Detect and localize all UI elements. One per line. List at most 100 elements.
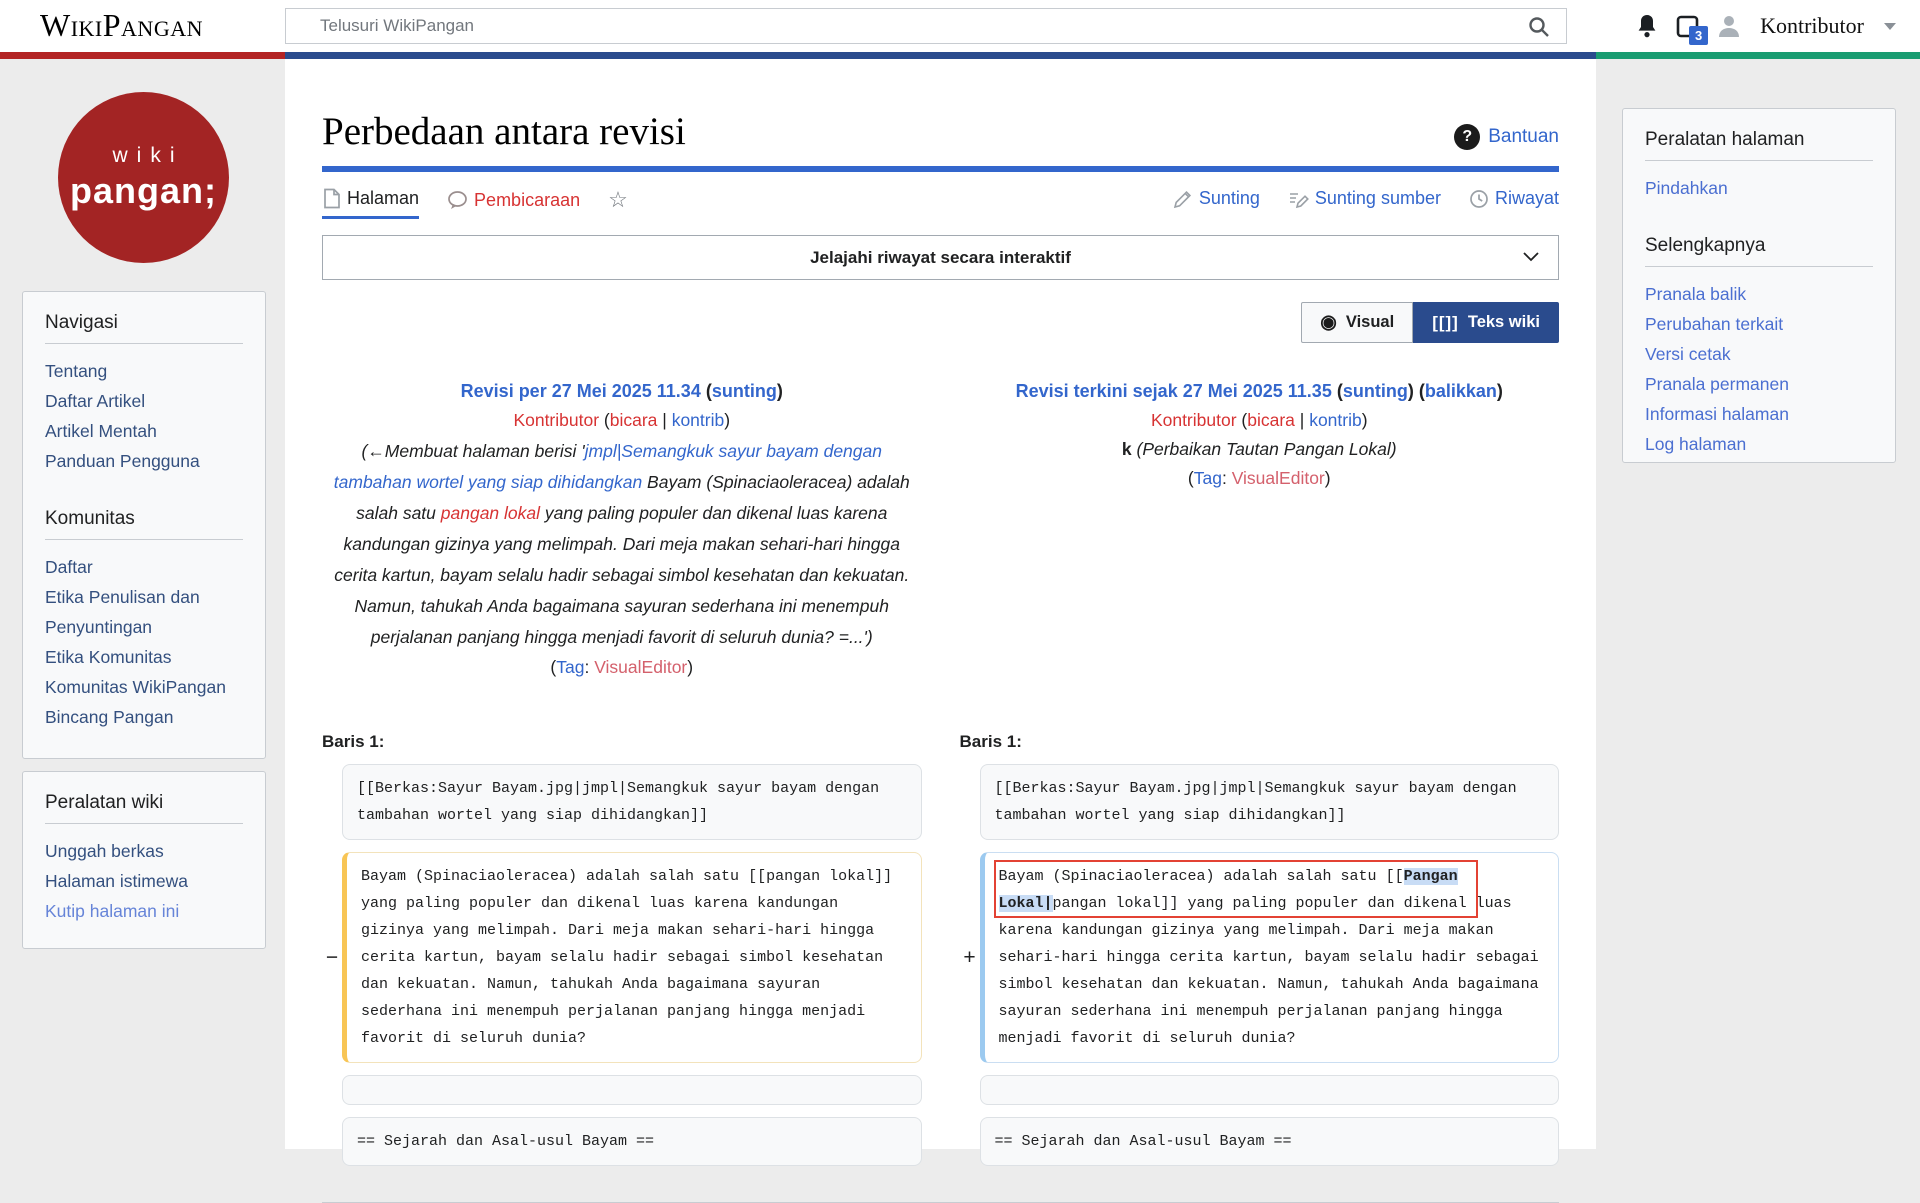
sidebar-heading-peralatan-wiki: Peralatan wiki (45, 792, 243, 824)
diff-context-row: [[Berkas:Sayur Bayam.jpg|jmpl|Semangkuk … (960, 764, 1560, 840)
tab-riwayat[interactable]: Riwayat (1469, 188, 1559, 216)
watch-star-button[interactable]: ☆ (608, 189, 628, 218)
user-avatar-icon[interactable] (1716, 13, 1742, 39)
user-contribs-link[interactable]: kontrib (672, 410, 725, 430)
comment-redlink[interactable]: pangan lokal (441, 503, 540, 523)
added-text-line-6: sayuran sederhana ini menempuh perjalana… (999, 998, 1545, 1025)
sidebar-item-informasi-halaman[interactable]: Informasi halaman (1645, 399, 1873, 429)
minor-edit-flag: k (1122, 439, 1132, 459)
tab-halaman[interactable]: Halaman (322, 188, 419, 219)
sidebar-item-pranala-balik[interactable]: Pranala balik (1645, 279, 1873, 309)
old-revision-tag-line: (Tag: VisualEditor) (322, 653, 922, 682)
site-wordmark[interactable]: WikiPangan (40, 7, 203, 44)
diff-heading-row: == Sejarah dan Asal-usul Bayam == (960, 1117, 1560, 1166)
sidebar-item-artikel-mentah[interactable]: Artikel Mentah (45, 416, 243, 446)
user-talk-link[interactable]: bicara (610, 410, 658, 430)
sidebar-item-daftar[interactable]: Daftar (45, 552, 243, 582)
sidebar-item-kutip-halaman[interactable]: Kutip halaman ini (45, 896, 243, 926)
sidebar-item-pranala-permanen[interactable]: Pranala permanen (1645, 369, 1873, 399)
added-text-line-5: simbol kesehatan dan kekuatan. Namun, ta… (999, 971, 1545, 998)
sidebar-item-versi-cetak[interactable]: Versi cetak (1645, 339, 1873, 369)
sidebar-item-komunitas-wikipangan[interactable]: Komunitas WikiPangan (45, 672, 243, 702)
top-header: WikiPangan 3 Kontributor (0, 0, 1920, 52)
empty-line (342, 1075, 922, 1105)
chevron-down-icon[interactable] (1884, 23, 1896, 30)
help-link[interactable]: ? Bantuan (1454, 124, 1559, 154)
tab-pembicaraan[interactable]: Pembicaraan (447, 190, 580, 218)
added-text-line-4: sehari-hari hingga cerita kartun, bayam … (999, 944, 1545, 971)
diff-added-row: + Bayam (Spinaciaoleracea) adalah salah … (960, 852, 1560, 1063)
diff-removed-row: − Bayam (Spinaciaoleracea) adalah salah … (322, 852, 922, 1063)
current-revision-comment: k (Perbaikan Tautan Pangan Lokal) (960, 435, 1560, 464)
empty-line (980, 1075, 1560, 1105)
tag-link[interactable]: Tag (556, 657, 584, 677)
sidebar-page-tools: Peralatan halaman Pindahkan Selengkapnya… (1622, 108, 1896, 463)
search-input[interactable] (286, 9, 1566, 43)
sidebar-heading-peralatan-halaman: Peralatan halaman (1645, 129, 1873, 161)
revert-link[interactable]: balikkan (1425, 381, 1497, 401)
added-text-line-7: menjadi favorit di seluruh dunia? (999, 1025, 1545, 1052)
sidebar-item-unggah-berkas[interactable]: Unggah berkas (45, 836, 243, 866)
sidebar-item-etika-komunitas[interactable]: Etika Komunitas (45, 642, 243, 672)
sidebar-item-pindahkan[interactable]: Pindahkan (1645, 173, 1873, 203)
sidebar-item-tentang[interactable]: Tentang (45, 356, 243, 386)
diff-view-toggle: ◉ Visual [[]] Teks wiki (322, 302, 1559, 343)
current-revision-link[interactable]: Revisi terkini sejak 27 Mei 2025 11.35 (1016, 381, 1332, 401)
user-link[interactable]: Kontributor (513, 410, 599, 430)
context-line: [[Berkas:Sayur Bayam.jpg|jmpl|Semangkuk … (342, 764, 922, 840)
user-link[interactable]: Kontributor (1151, 410, 1237, 430)
sidebar-item-daftar-artikel[interactable]: Daftar Artikel (45, 386, 243, 416)
interactive-history-toggle[interactable]: Jelajahi riwayat secara interaktif (322, 235, 1559, 280)
user-talk-link[interactable]: bicara (1247, 410, 1295, 430)
sidebar-item-halaman-istimewa[interactable]: Halaman istimewa (45, 866, 243, 896)
diff-column-new: Baris 1: [[Berkas:Sayur Bayam.jpg|jmpl|S… (960, 732, 1560, 1178)
tab-sunting-sumber[interactable]: Sunting sumber (1288, 188, 1441, 216)
bell-icon[interactable] (1635, 13, 1659, 39)
help-label: Bantuan (1488, 126, 1559, 148)
site-logo[interactable]: wiki pangan; (58, 92, 229, 263)
removed-line: Bayam (Spinaciaoleracea) adalah salah sa… (342, 852, 922, 1063)
added-text-line-3: karena kandungan gizinya yang melimpah. … (999, 917, 1545, 944)
page-title: Perbedaan antara revisi (322, 109, 686, 154)
source-edit-icon (1288, 189, 1309, 209)
tag-link[interactable]: Tag (1194, 468, 1222, 488)
heading-line: == Sejarah dan Asal-usul Bayam == (980, 1117, 1560, 1166)
sidebar-item-log-halaman[interactable]: Log halaman (1645, 429, 1873, 459)
visualeditor-tag-link[interactable]: VisualEditor (1232, 468, 1325, 488)
talk-bubble-icon (447, 190, 468, 210)
old-revision-link[interactable]: Revisi per 27 Mei 2025 11.34 (461, 381, 701, 401)
question-mark-icon: ? (1454, 124, 1480, 150)
sidebar-item-bincang-pangan[interactable]: Bincang Pangan (45, 702, 243, 732)
notification-badge: 3 (1689, 26, 1708, 45)
diff-heading-row: == Sejarah dan Asal-usul Bayam == (322, 1117, 922, 1166)
added-text-line-1: Bayam (Spinaciaoleracea) adalah salah sa… (999, 863, 1545, 890)
old-revision-comment: (←Membuat halaman berisi 'jmpl|Semangkuk… (322, 436, 922, 653)
visual-toggle-button[interactable]: ◉ Visual (1301, 302, 1413, 343)
user-contribs-link[interactable]: kontrib (1309, 410, 1362, 430)
search-icon[interactable] (1528, 16, 1550, 38)
inserted-text: Pangan (1404, 868, 1458, 885)
sidebar-navigation: Navigasi Tentang Daftar Artikel Artikel … (22, 291, 266, 759)
brackets-icon: [[]] (1432, 313, 1459, 333)
tab-sunting[interactable]: Sunting (1173, 188, 1260, 216)
old-revision-edit-link[interactable]: sunting (712, 381, 777, 401)
sidebar-item-etika-penulisan[interactable]: Etika Penulisan dan Penyuntingan (45, 582, 243, 642)
accent-red (0, 52, 285, 59)
sidebar-item-panduan-pengguna[interactable]: Panduan Pengguna (45, 446, 243, 476)
sidebar-item-perubahan-terkait[interactable]: Perubahan terkait (1645, 309, 1873, 339)
logo-text-top: wiki (113, 144, 184, 168)
diff-context-row: [[Berkas:Sayur Bayam.jpg|jmpl|Semangkuk … (322, 764, 922, 840)
diff-table: Baris 1: [[Berkas:Sayur Bayam.jpg|jmpl|S… (322, 732, 1559, 1203)
revision-right: Revisi terkini sejak 27 Mei 2025 11.35 (… (960, 377, 1560, 682)
pencil-icon (1173, 189, 1193, 209)
wikitext-toggle-button[interactable]: [[]] Teks wiki (1413, 302, 1559, 343)
search-box[interactable] (285, 8, 1567, 44)
eye-icon: ◉ (1320, 313, 1337, 332)
added-text-line-2: Lokal|pangan lokal]] yang paling populer… (999, 890, 1545, 917)
visualeditor-tag-link[interactable]: VisualEditor (594, 657, 687, 677)
page-tabs: Halaman Pembicaraan ☆ Sunting (322, 188, 1559, 219)
clock-icon (1469, 189, 1489, 209)
messages-tray-icon[interactable]: 3 (1675, 14, 1700, 39)
user-menu-label[interactable]: Kontributor (1760, 13, 1864, 39)
current-revision-edit-link[interactable]: sunting (1343, 381, 1408, 401)
